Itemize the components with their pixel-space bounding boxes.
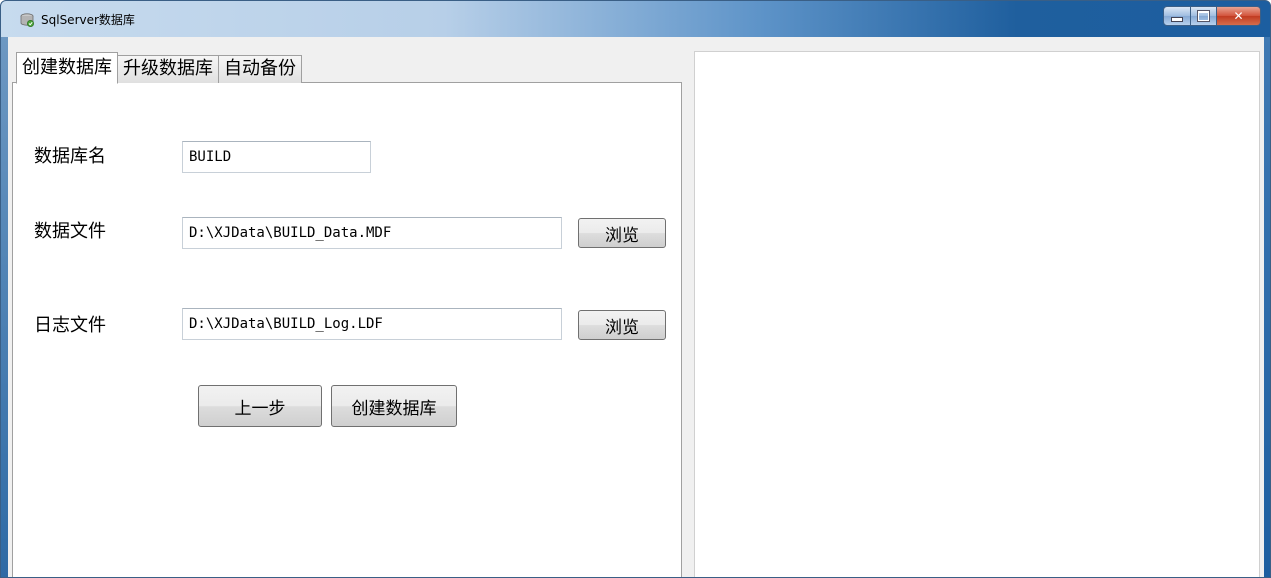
close-icon: ✕ — [1233, 9, 1244, 23]
minimize-button[interactable] — [1163, 6, 1191, 26]
log-file-label: 日志文件 — [34, 315, 106, 336]
database-app-icon — [19, 12, 35, 28]
window-frame-left — [1, 37, 8, 577]
browse-log-file-button[interactable]: 浏览 — [578, 310, 666, 340]
maximize-icon — [1198, 11, 1209, 21]
maximize-button[interactable] — [1191, 6, 1217, 26]
client-area: 创建数据库 升级数据库 自动备份 数据库名 BUILD 数据文件 D:\XJDa… — [8, 37, 1264, 577]
window-controls: ✕ — [1163, 6, 1261, 26]
previous-step-button[interactable]: 上一步 — [198, 385, 322, 427]
tab-auto-backup[interactable]: 自动备份 — [218, 55, 302, 83]
data-file-input[interactable]: D:\XJData\BUILD_Data.MDF — [182, 217, 562, 249]
app-window: SqlServer数据库 ✕ 创建数据库 升级数据库 自动备份 数据库名 BUI… — [0, 0, 1271, 578]
tab-create-database[interactable]: 创建数据库 — [16, 52, 118, 84]
window-frame-right — [1263, 37, 1270, 577]
create-database-panel: 数据库名 BUILD 数据文件 D:\XJData\BUILD_Data.MDF… — [12, 82, 682, 577]
minimize-icon — [1171, 16, 1183, 22]
data-file-label: 数据文件 — [34, 221, 106, 242]
db-name-input[interactable]: BUILD — [182, 141, 371, 173]
tab-strip: 创建数据库 升级数据库 自动备份 — [16, 51, 302, 84]
tab-upgrade-database[interactable]: 升级数据库 — [117, 55, 219, 83]
output-panel — [694, 51, 1260, 577]
log-file-input[interactable]: D:\XJData\BUILD_Log.LDF — [182, 308, 562, 340]
browse-data-file-button[interactable]: 浏览 — [578, 218, 666, 248]
window-title: SqlServer数据库 — [41, 13, 135, 27]
title-bar[interactable]: SqlServer数据库 ✕ — [1, 1, 1270, 37]
close-button[interactable]: ✕ — [1217, 6, 1261, 26]
db-name-label: 数据库名 — [34, 146, 106, 167]
create-database-button[interactable]: 创建数据库 — [331, 385, 457, 427]
